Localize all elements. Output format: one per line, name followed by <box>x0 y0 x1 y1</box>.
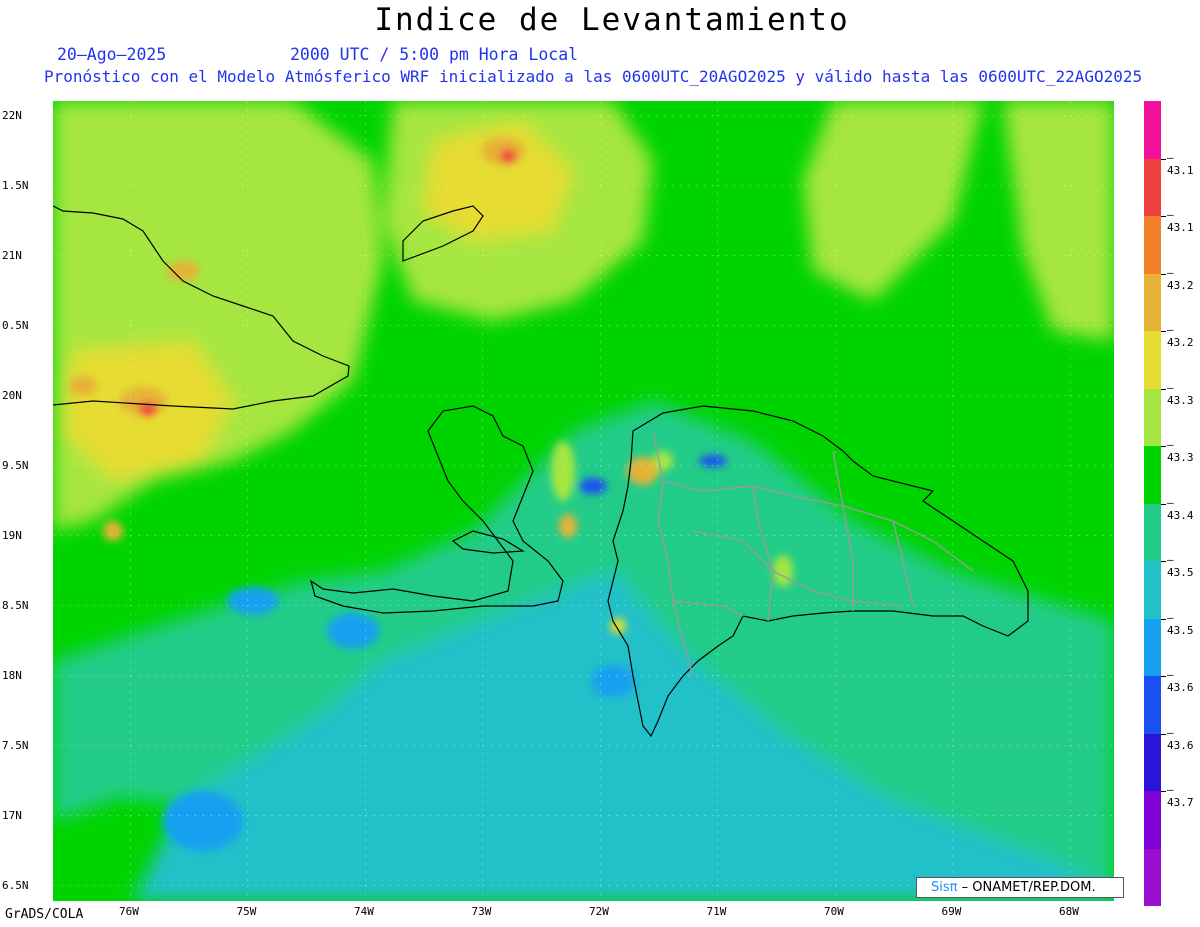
lat-label: 1.5N <box>2 179 29 192</box>
weather-map <box>53 101 1114 901</box>
colorbar-tick <box>1161 273 1166 275</box>
lon-label: 76W <box>119 905 139 918</box>
colorbar-segment <box>1144 791 1161 849</box>
colorbar-segment <box>1144 388 1161 446</box>
colorbar-segment <box>1144 216 1161 274</box>
lon-label: 72W <box>589 905 609 918</box>
lat-label: 20N <box>2 389 22 402</box>
lat-lon-grid <box>53 101 1114 901</box>
colorbar-tick <box>1161 618 1166 620</box>
lon-label: 75W <box>236 905 257 918</box>
colorbar-tick <box>1161 446 1166 447</box>
colorbar-segment <box>1144 158 1161 216</box>
colorbar-label: –43.3 <box>1167 380 1194 407</box>
lon-label: 69W <box>941 905 962 918</box>
lon-label: 74W <box>354 905 374 918</box>
credit-box: Sisπ – ONAMET/REP.DOM. <box>916 877 1124 898</box>
lat-label: 21N <box>2 249 22 262</box>
colorbar-label: –43.3 <box>1167 438 1194 464</box>
colorbar-tick <box>1161 676 1166 677</box>
colorbar-label: –43.2 <box>1167 323 1194 349</box>
grads-footer: GrADS/COLA <box>5 907 84 922</box>
lat-label: 7.5N <box>2 739 29 752</box>
colorbar-segment <box>1144 561 1161 619</box>
colorbar-tick <box>1161 561 1166 562</box>
lat-label: 19N <box>2 529 22 542</box>
credit-brand: Sisπ <box>931 880 958 895</box>
colorbar-segment <box>1144 101 1161 159</box>
forecast-time: 2000 UTC / 5:00 pm Hora Local <box>290 45 579 64</box>
colorbar-label: –43.6 <box>1167 668 1194 694</box>
colorbar-segment <box>1144 446 1161 504</box>
lifted-index-field <box>53 101 1114 901</box>
colorbar-segment <box>1144 733 1161 791</box>
lat-label: 17N <box>2 809 22 822</box>
colorbar-tick <box>1161 503 1166 505</box>
colorbar-tick <box>1161 388 1166 390</box>
colorbar-label: –43.2 <box>1167 265 1194 292</box>
credit-org: – ONAMET/REP.DOM. <box>957 880 1096 895</box>
colorbar-tick <box>1161 216 1166 217</box>
lat-label: 18N <box>2 669 22 682</box>
colorbar-segment <box>1144 618 1161 676</box>
lat-label: 6.5N <box>2 879 29 892</box>
colorbar-segment <box>1144 331 1161 389</box>
colorbar-segment <box>1144 503 1161 561</box>
colorbar-tick <box>1161 791 1166 792</box>
colorbar-label: –43.6 <box>1167 725 1194 752</box>
lon-label: 71W <box>706 905 727 918</box>
colorbar-label: –43.1 <box>1167 150 1194 177</box>
lat-label: 9.5N <box>2 459 29 472</box>
forecast-description: Pronóstico con el Modelo Atmósferico WRF… <box>44 67 1143 86</box>
lon-label: 73W <box>471 905 492 918</box>
colorbar-segment <box>1144 848 1161 906</box>
colorbar-tick <box>1161 158 1166 160</box>
lat-label: 8.5N <box>2 599 29 612</box>
lat-label: 0.5N <box>2 319 29 332</box>
map-title: Indice de Levantamiento <box>374 2 850 38</box>
colorbar-label: –43.5 <box>1167 553 1194 579</box>
lon-label: 70W <box>824 905 844 918</box>
colorbar-label: –43.7 <box>1167 783 1194 809</box>
colorbar-segment <box>1144 676 1161 734</box>
colorbar-segment <box>1144 273 1161 331</box>
lat-label: 22N <box>2 109 22 122</box>
colorbar-label: –43.1 <box>1167 208 1194 234</box>
colorbar-label: –43.4 <box>1167 495 1194 522</box>
lon-label: 68W <box>1059 905 1079 918</box>
colorbar-label: –43.5 <box>1167 610 1194 637</box>
colorbar-tick <box>1161 733 1166 735</box>
colorbar-tick <box>1161 331 1166 332</box>
forecast-date: 20–Ago–2025 <box>57 45 167 64</box>
